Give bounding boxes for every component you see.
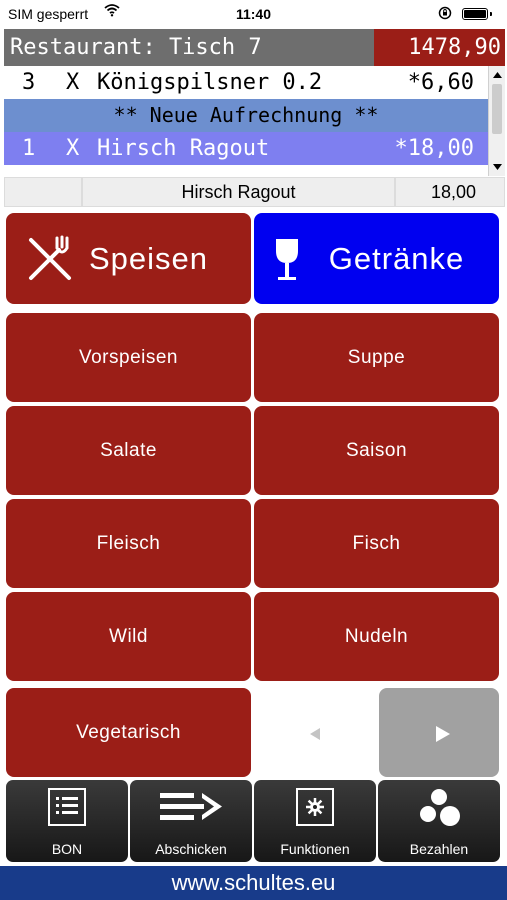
- subcategory-label: Fleisch: [96, 532, 161, 554]
- coins-icon: [420, 789, 460, 826]
- subcategory-button-fisch[interactable]: Fisch: [254, 499, 499, 588]
- subcategory-label: Salate: [100, 439, 157, 461]
- bottom-toolbar: BON Abschicken Funktionen Bezahlen: [0, 780, 507, 862]
- subcategory-button-wild[interactable]: Wild: [6, 592, 251, 681]
- selected-item-bar: Hirsch Ragout 18,00: [4, 177, 505, 207]
- next-page-icon: [436, 726, 450, 742]
- footer-url[interactable]: www.schultes.eu: [0, 866, 507, 900]
- table-total: 1478,90: [374, 29, 505, 66]
- gear-icon: [296, 788, 334, 826]
- subcategory-label: Vorspeisen: [78, 346, 178, 368]
- bon-label: BON: [51, 841, 83, 857]
- subcategory-label: Vegetarisch: [76, 721, 181, 743]
- order-qty: 1: [22, 136, 36, 161]
- functions-button[interactable]: Funktionen: [254, 780, 376, 862]
- previous-page-icon[interactable]: [305, 724, 325, 744]
- order-price: *6,60: [407, 70, 474, 95]
- subcategory-label: Fisch: [352, 532, 401, 554]
- send-button[interactable]: Abschicken: [130, 780, 252, 862]
- subcategory-button-vegetarisch[interactable]: Vegetarisch: [6, 688, 251, 777]
- selected-item-price: 18,00: [396, 178, 504, 206]
- bon-button[interactable]: BON: [6, 780, 128, 862]
- orientation-lock-icon: [438, 6, 452, 20]
- send-label: Abschicken: [155, 841, 227, 857]
- drinks-category-button[interactable]: Getränke: [254, 213, 499, 304]
- order-list[interactable]: 3 X Königspilsner 0.2 *6,60 ** Neue Aufr…: [4, 66, 488, 176]
- send-arrow-icon: [160, 793, 222, 820]
- subcategory-label: Wild: [109, 625, 148, 647]
- info-cell-empty: [5, 178, 81, 206]
- scroll-down-icon[interactable]: [489, 160, 506, 174]
- order-separator: ** Neue Aufrechnung **: [4, 99, 488, 132]
- drinks-category-label: Getränke: [328, 240, 465, 276]
- subcategory-label: Nudeln: [344, 625, 409, 647]
- subcategory-button-salate[interactable]: Salate: [6, 406, 251, 495]
- subcategory-label: Suppe: [347, 346, 406, 368]
- subcategory-button-nudeln[interactable]: Nudeln: [254, 592, 499, 681]
- food-category-button[interactable]: Speisen: [6, 213, 251, 304]
- order-row-selected[interactable]: 1 X Hirsch Ragout *18,00: [4, 132, 488, 165]
- next-page-button[interactable]: [379, 688, 499, 777]
- order-times: X: [66, 70, 80, 95]
- order-item-name: Königspilsner 0.2: [97, 70, 323, 95]
- food-category-label: Speisen: [88, 240, 209, 276]
- battery-icon: [462, 8, 492, 20]
- order-row[interactable]: 3 X Königspilsner 0.2 *6,60: [4, 66, 488, 99]
- subcategory-button-saison[interactable]: Saison: [254, 406, 499, 495]
- functions-label: Funktionen: [280, 841, 350, 857]
- pay-button[interactable]: Bezahlen: [378, 780, 500, 862]
- status-bar: SIM gesperrt 11:40: [0, 0, 507, 28]
- pay-label: Bezahlen: [409, 841, 469, 857]
- selected-item-name: Hirsch Ragout: [83, 178, 394, 206]
- clock: 11:40: [235, 6, 272, 22]
- order-qty: 3: [22, 70, 36, 95]
- table-header: Restaurant: Tisch 7 1478,90: [4, 29, 505, 66]
- scroll-thumb[interactable]: [492, 84, 502, 134]
- order-price: *18,00: [394, 136, 474, 161]
- receipt-icon: [48, 788, 86, 826]
- subcategory-label: Saison: [345, 439, 408, 461]
- subcategory-button-suppe[interactable]: Suppe: [254, 313, 499, 402]
- subcategory-button-fleisch[interactable]: Fleisch: [6, 499, 251, 588]
- table-title: Restaurant: Tisch 7: [10, 35, 262, 60]
- order-times: X: [66, 136, 80, 161]
- order-item-name: Hirsch Ragout: [97, 136, 270, 161]
- order-scrollbar[interactable]: [488, 66, 505, 176]
- scroll-up-icon[interactable]: [489, 68, 506, 82]
- subcategory-button-vorspeisen[interactable]: Vorspeisen: [6, 313, 251, 402]
